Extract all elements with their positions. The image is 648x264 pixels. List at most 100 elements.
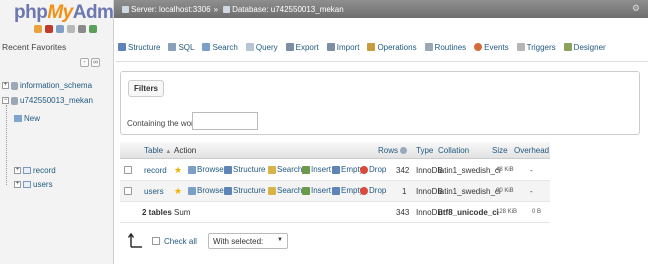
gear-icon[interactable]: ⚙ bbox=[632, 3, 640, 14]
collapse-icon[interactable]: − bbox=[2, 97, 9, 104]
tab-import[interactable]: Import bbox=[326, 43, 359, 52]
expand-icon[interactable]: + bbox=[14, 167, 21, 174]
breadcrumb-database[interactable]: Database: u742550013_mekan bbox=[232, 5, 344, 14]
sort-asc-icon: ▲ bbox=[165, 149, 172, 155]
header-collation[interactable]: Collation bbox=[438, 146, 469, 155]
structure-icon bbox=[224, 186, 232, 195]
sql-icon bbox=[168, 43, 177, 51]
row-checkbox[interactable] bbox=[124, 166, 132, 174]
check-all-checkbox[interactable] bbox=[152, 237, 160, 245]
import-icon bbox=[326, 43, 335, 51]
collapse-all-icon[interactable]: - bbox=[80, 58, 89, 67]
table-count: 2 tables bbox=[142, 208, 172, 217]
filter-label: Containing the word: bbox=[127, 119, 201, 128]
table-name-link[interactable]: users bbox=[144, 187, 164, 196]
tab-operations[interactable]: Operations bbox=[367, 43, 417, 52]
tree-connector bbox=[6, 105, 7, 185]
collation: latin1_swedish_ci bbox=[438, 166, 501, 175]
logout-icon[interactable] bbox=[45, 25, 53, 33]
settings-icon[interactable] bbox=[78, 25, 86, 33]
header-table[interactable]: Table ▲ bbox=[144, 146, 171, 155]
link-icon[interactable]: ∞ bbox=[91, 58, 100, 67]
header-action: Action bbox=[174, 146, 197, 155]
tree-item-users[interactable]: + users bbox=[14, 180, 53, 189]
table-size[interactable]: 48 KiB bbox=[496, 167, 514, 173]
tab-triggers[interactable]: Triggers bbox=[516, 43, 556, 52]
tab-export[interactable]: Export bbox=[285, 43, 319, 52]
reload-icon[interactable] bbox=[89, 25, 97, 33]
browse-action[interactable]: Browse bbox=[188, 186, 224, 195]
with-selected-dropdown[interactable]: With selected: ▼ bbox=[208, 233, 288, 249]
overhead: - bbox=[530, 187, 533, 196]
breadcrumb-server[interactable]: Server: localhost:3306 bbox=[131, 5, 211, 14]
table-size[interactable]: 80 KiB bbox=[496, 188, 514, 194]
table-name-link[interactable]: record bbox=[144, 166, 167, 175]
structure-icon bbox=[118, 43, 126, 51]
overhead: - bbox=[530, 166, 533, 175]
routines-icon bbox=[424, 43, 433, 51]
insert-action[interactable]: Insert bbox=[302, 186, 331, 195]
table-row: record ★ Browse Structure Search Insert … bbox=[120, 160, 550, 181]
summary-row: 2 tables Sum 343 InnoDB utf8_unicode_ci … bbox=[120, 202, 550, 223]
row-checkbox[interactable] bbox=[124, 187, 132, 195]
search-icon bbox=[202, 43, 211, 51]
designer-icon bbox=[563, 43, 572, 51]
phpmyadmin-logo[interactable]: phpMyAdmin bbox=[14, 2, 130, 24]
insert-icon bbox=[302, 186, 310, 195]
empty-action[interactable]: Empty bbox=[332, 186, 364, 195]
tree-item-record[interactable]: + record bbox=[14, 166, 56, 175]
table-icon bbox=[23, 167, 31, 174]
home-icon[interactable] bbox=[34, 25, 42, 33]
expand-icon[interactable]: + bbox=[2, 82, 9, 89]
tab-bar: Structure SQL Search Query Export Import… bbox=[118, 37, 614, 57]
table-row: users ★ Browse Structure Search Insert E… bbox=[120, 181, 550, 202]
navigation-panel: phpMyAdmin Recent Favorites - ∞ + inform… bbox=[0, 0, 130, 264]
tab-sql[interactable]: SQL bbox=[168, 43, 194, 52]
check-all-label[interactable]: Check all bbox=[164, 237, 197, 246]
empty-action[interactable]: Empty bbox=[332, 165, 364, 174]
default-collation: utf8_unicode_ci bbox=[438, 208, 499, 217]
structure-action[interactable]: Structure bbox=[224, 165, 265, 174]
search-action[interactable]: Search bbox=[268, 165, 302, 174]
tree-item-information-schema[interactable]: + information_schema bbox=[2, 81, 92, 90]
search-action[interactable]: Search bbox=[268, 186, 302, 195]
tab-designer[interactable]: Designer bbox=[563, 43, 606, 52]
tab-structure[interactable]: Structure bbox=[118, 43, 160, 52]
recent-favorites-tabs[interactable]: Recent Favorites bbox=[2, 42, 66, 52]
new-table-icon bbox=[14, 115, 22, 122]
header-size[interactable]: Size bbox=[492, 146, 508, 155]
database-icon bbox=[11, 81, 18, 90]
tab-events[interactable]: Events bbox=[474, 43, 509, 52]
tree-item-new[interactable]: New bbox=[14, 114, 40, 123]
tree-item-u742550013-mekan[interactable]: − u742550013_mekan bbox=[2, 96, 93, 105]
total-rows: 343 bbox=[396, 208, 410, 217]
insert-action[interactable]: Insert bbox=[302, 165, 331, 174]
nav-quick-icons bbox=[34, 25, 97, 33]
total-overhead: 0 B bbox=[532, 209, 542, 215]
structure-action[interactable]: Structure bbox=[224, 186, 265, 195]
favorite-star-icon[interactable]: ★ bbox=[174, 165, 182, 176]
search-icon bbox=[268, 186, 276, 195]
browse-action[interactable]: Browse bbox=[188, 165, 224, 174]
table-header-row: Table ▲ Action Rows Type Collation Size … bbox=[120, 142, 550, 159]
clock-icon bbox=[474, 43, 483, 51]
expand-icon[interactable]: + bbox=[14, 181, 21, 188]
browse-icon bbox=[188, 165, 196, 174]
collation: latin1_swedish_ci bbox=[438, 187, 501, 196]
drop-action[interactable]: Drop bbox=[360, 165, 386, 174]
docs-icon[interactable] bbox=[67, 25, 75, 33]
header-type[interactable]: Type bbox=[416, 146, 433, 155]
favorite-star-icon[interactable]: ★ bbox=[174, 186, 182, 197]
sum-label: Sum bbox=[174, 208, 191, 217]
tab-search[interactable]: Search bbox=[202, 43, 238, 52]
drop-action[interactable]: Drop bbox=[360, 186, 386, 195]
filter-input[interactable] bbox=[192, 112, 258, 130]
empty-icon bbox=[332, 186, 340, 195]
help-icon[interactable] bbox=[56, 25, 64, 33]
header-rows[interactable]: Rows bbox=[378, 146, 408, 155]
tab-routines[interactable]: Routines bbox=[424, 43, 466, 52]
structure-icon bbox=[224, 165, 232, 174]
export-icon bbox=[285, 43, 294, 51]
header-overhead[interactable]: Overhead bbox=[514, 146, 549, 155]
tab-query[interactable]: Query bbox=[245, 43, 278, 52]
